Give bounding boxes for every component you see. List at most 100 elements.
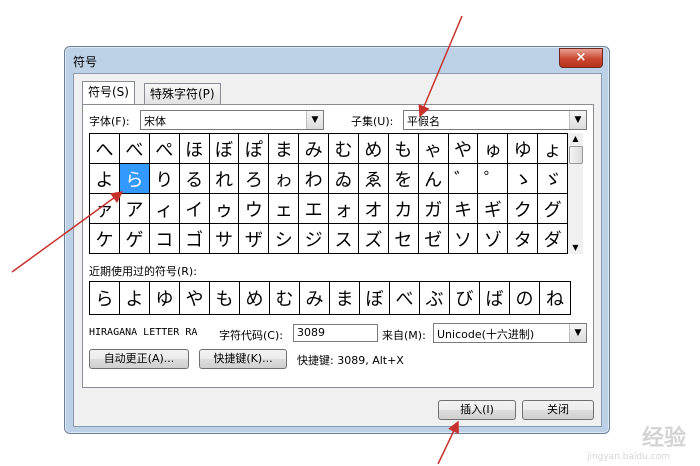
from-select[interactable]: Unicode(十六进制) ▼ (433, 323, 587, 343)
symbol-cell[interactable]: ゼ (418, 224, 449, 254)
chevron-down-icon[interactable]: ▼ (569, 324, 586, 342)
symbol-cell[interactable]: む (329, 134, 359, 164)
symbol-cell[interactable]: ょ (538, 134, 568, 164)
symbol-cell[interactable]: ゑ (358, 164, 389, 194)
autocorrect-button[interactable]: 自动更正(A)... (89, 349, 189, 369)
symbol-cell[interactable]: ろ (239, 164, 270, 194)
symbol-cell[interactable]: キ (448, 194, 479, 224)
symbol-cell[interactable]: へ (90, 134, 120, 164)
recent-symbol-cell[interactable]: の (510, 282, 540, 314)
symbol-cell[interactable]: ソ (448, 224, 479, 254)
symbol-cell[interactable]: め (358, 134, 389, 164)
symbol-cell[interactable]: ま (269, 134, 300, 164)
symbol-cell[interactable]: セ (388, 224, 419, 254)
symbol-cell[interactable]: ケ (90, 224, 120, 254)
chevron-down-icon[interactable]: ▼ (306, 111, 323, 129)
symbol-cell[interactable]: ゝ (508, 164, 539, 194)
symbol-cell[interactable]: ぼ (209, 134, 240, 164)
symbol-cell[interactable]: ェ (269, 194, 300, 224)
subset-select[interactable]: 平假名 ▼ (403, 110, 587, 130)
symbol-cell[interactable]: ォ (329, 194, 359, 224)
recent-symbol-cell[interactable]: ら (90, 282, 120, 314)
symbol-cell[interactable]: ゃ (418, 134, 449, 164)
tab-special-characters[interactable]: 特殊字符(P) (144, 83, 221, 104)
symbol-cell[interactable]: を (388, 164, 419, 194)
symbol-cell[interactable]: ゞ (538, 164, 568, 194)
symbol-cell[interactable]: み (299, 134, 329, 164)
symbol-cell[interactable]: ザ (239, 224, 270, 254)
symbol-cell[interactable]: ゲ (119, 224, 150, 254)
recent-symbol-cell[interactable]: ぼ (360, 282, 390, 314)
symbol-cell[interactable]: ガ (418, 194, 449, 224)
symbol-cell[interactable]: ぺ (149, 134, 180, 164)
symbol-cell[interactable]: れ (209, 164, 240, 194)
symbol-cell[interactable]: ダ (538, 224, 568, 254)
close-button[interactable]: 关闭 (522, 400, 594, 420)
recent-symbol-cell[interactable]: め (240, 282, 270, 314)
recent-symbol-cell[interactable]: び (450, 282, 480, 314)
symbol-cell[interactable]: ゾ (478, 224, 509, 254)
symbol-grid[interactable]: へべぺほぼぽまみむめもゃやゅゆょよらりるれろゎわゐゑをん゛゜ゝゞァアィイゥウェエ… (89, 133, 568, 254)
symbol-cell[interactable]: も (388, 134, 419, 164)
char-code-input[interactable]: 3089 (293, 324, 378, 342)
insert-button[interactable]: 插入(I) (438, 400, 516, 420)
recent-symbol-cell[interactable]: ぶ (420, 282, 450, 314)
close-window-button[interactable]: × (559, 48, 603, 68)
symbol-cell[interactable]: ゅ (478, 134, 509, 164)
symbol-grid-scrollbar[interactable]: ▲ ▼ (568, 133, 583, 254)
symbol-cell[interactable]: シ (269, 224, 300, 254)
symbol-cell[interactable]: ィ (149, 194, 180, 224)
symbol-cell[interactable]: オ (358, 194, 389, 224)
symbol-cell[interactable]: ァ (90, 194, 120, 224)
chevron-down-icon[interactable]: ▼ (569, 111, 586, 129)
symbol-cell[interactable]: わ (299, 164, 329, 194)
symbol-cell[interactable]: べ (119, 134, 150, 164)
symbol-cell[interactable]: ゆ (508, 134, 539, 164)
symbol-cell-selected[interactable]: ら (119, 164, 150, 194)
symbol-cell[interactable]: ん (418, 164, 449, 194)
symbol-cell[interactable]: る (179, 164, 210, 194)
recent-symbol-cell[interactable]: ば (480, 282, 510, 314)
symbol-cell[interactable]: ほ (179, 134, 210, 164)
symbol-cell[interactable]: ゛ (448, 164, 479, 194)
recent-symbol-cell[interactable]: べ (390, 282, 420, 314)
font-select[interactable]: 宋体 ▼ (140, 110, 324, 130)
scroll-down-icon[interactable]: ▼ (568, 242, 583, 254)
symbol-cell[interactable]: イ (179, 194, 210, 224)
recent-symbol-cell[interactable]: ま (330, 282, 360, 314)
recent-symbol-cell[interactable]: む (270, 282, 300, 314)
symbol-cell[interactable]: ズ (358, 224, 389, 254)
symbol-cell[interactable]: や (448, 134, 479, 164)
symbol-cell[interactable]: ゴ (179, 224, 210, 254)
symbol-cell[interactable]: タ (508, 224, 539, 254)
symbol-cell[interactable]: ア (119, 194, 150, 224)
recent-symbol-cell[interactable]: ね (540, 282, 570, 314)
symbol-cell[interactable]: エ (299, 194, 329, 224)
symbol-cell[interactable]: り (149, 164, 180, 194)
symbol-cell[interactable]: ゎ (269, 164, 300, 194)
tab-symbols[interactable]: 符号(S) (82, 81, 135, 104)
symbol-cell[interactable]: ぽ (239, 134, 270, 164)
symbol-cell[interactable]: ゜ (478, 164, 509, 194)
symbol-cell[interactable]: ク (508, 194, 539, 224)
recent-symbol-cell[interactable]: よ (120, 282, 150, 314)
symbol-cell[interactable]: ス (329, 224, 359, 254)
symbol-cell[interactable]: サ (209, 224, 240, 254)
recent-symbol-cell[interactable]: も (210, 282, 240, 314)
symbol-cell[interactable]: グ (538, 194, 568, 224)
symbol-cell[interactable]: カ (388, 194, 419, 224)
recent-symbols-row[interactable]: らよゆやもめむみまぼべぶびばのね (89, 281, 571, 315)
shortcut-key-button[interactable]: 快捷键(K)... (199, 349, 287, 369)
symbol-cell[interactable]: ゐ (329, 164, 359, 194)
symbol-cell[interactable]: ウ (239, 194, 270, 224)
symbol-cell[interactable]: ジ (299, 224, 329, 254)
recent-symbol-cell[interactable]: ゆ (150, 282, 180, 314)
recent-symbol-cell[interactable]: や (180, 282, 210, 314)
symbol-cell[interactable]: ギ (478, 194, 509, 224)
scroll-thumb[interactable] (569, 146, 583, 164)
symbol-cell[interactable]: よ (90, 164, 120, 194)
recent-symbol-cell[interactable]: み (300, 282, 330, 314)
symbol-cell[interactable]: コ (149, 224, 180, 254)
symbol-cell[interactable]: ゥ (209, 194, 240, 224)
scroll-up-icon[interactable]: ▲ (568, 133, 583, 145)
